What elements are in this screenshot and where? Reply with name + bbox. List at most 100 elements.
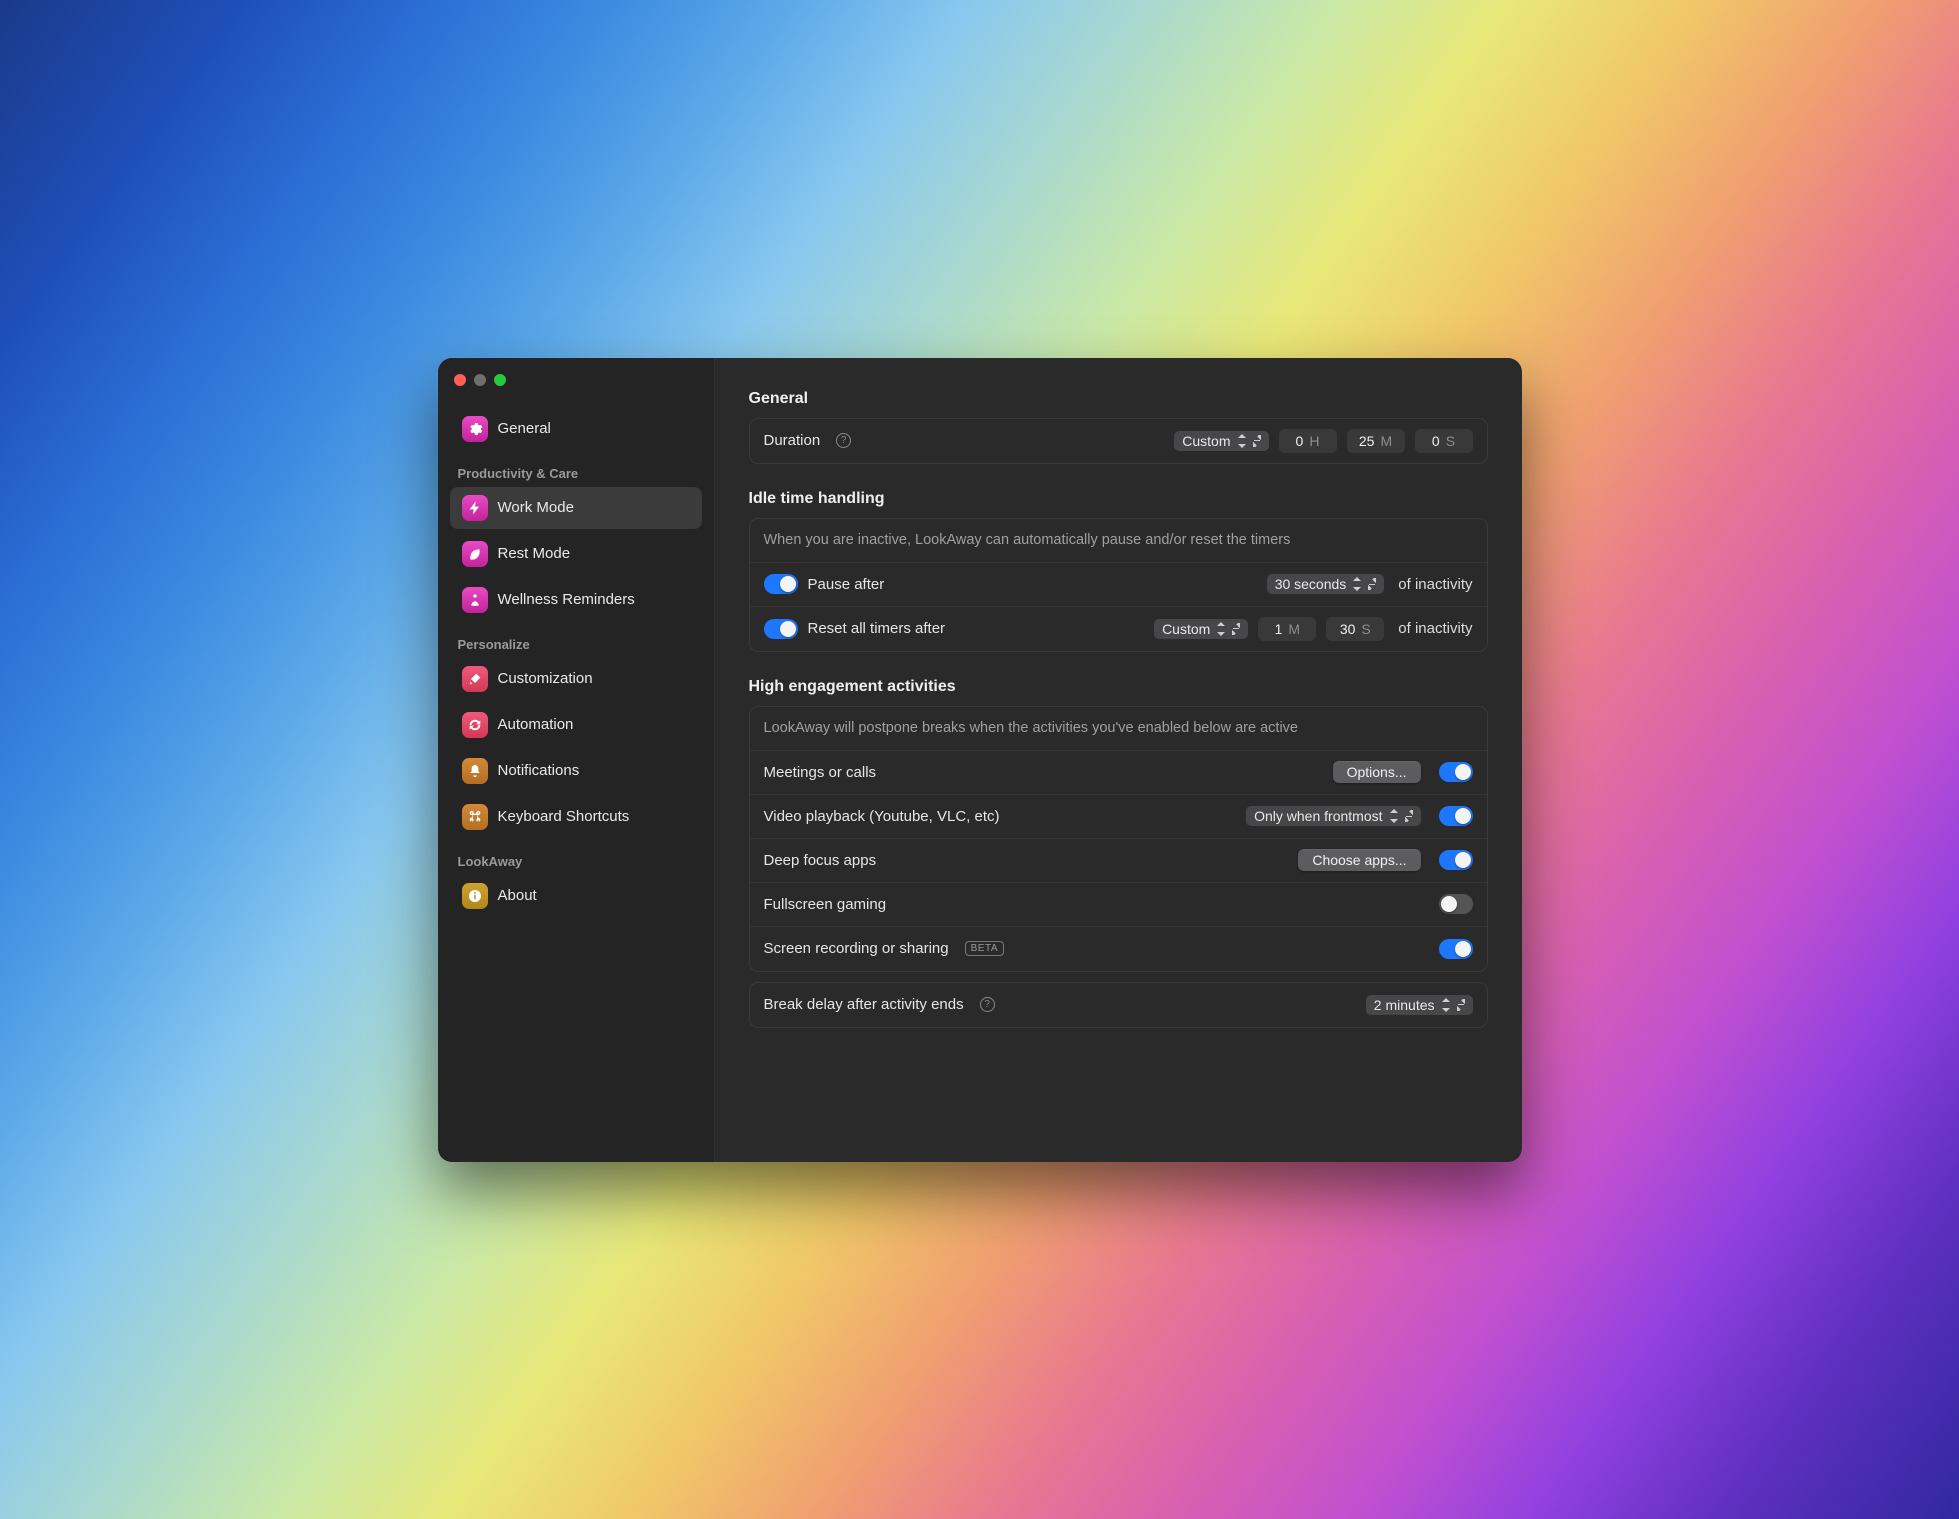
duration-label: Duration: [764, 432, 821, 449]
sidebar-group-personalize: Personalize: [446, 623, 706, 656]
sidebar-item-about[interactable]: About: [450, 875, 702, 917]
field-value: 30: [1340, 621, 1356, 637]
minimize-window-button[interactable]: [474, 374, 486, 386]
fullscreen-gaming-toggle[interactable]: [1439, 894, 1473, 914]
break-delay-select[interactable]: 2 minutes: [1366, 995, 1473, 1015]
sidebar-item-rest-mode[interactable]: Rest Mode: [450, 533, 702, 575]
select-value: Custom: [1162, 621, 1210, 637]
beta-badge: BETA: [965, 941, 1004, 956]
select-value: Custom: [1182, 433, 1230, 449]
reset-timers-toggle[interactable]: [764, 619, 798, 639]
reset-mode-select[interactable]: Custom: [1154, 619, 1248, 639]
command-icon: [462, 804, 488, 830]
duration-seconds-field[interactable]: 0 S: [1415, 429, 1473, 453]
sidebar-item-keyboard-shortcuts[interactable]: Keyboard Shortcuts: [450, 796, 702, 838]
select-value: Only when frontmost: [1254, 808, 1382, 824]
row-pause-after: Pause after 30 seconds of inactivity: [750, 563, 1487, 607]
reset-minutes-field[interactable]: 1 M: [1258, 617, 1316, 641]
duration-hours-field[interactable]: 0 H: [1279, 429, 1337, 453]
info-icon: [462, 883, 488, 909]
sidebar-item-label: Wellness Reminders: [498, 591, 635, 608]
choose-apps-button[interactable]: Choose apps...: [1298, 849, 1420, 871]
chevrons-icon: [1352, 577, 1362, 591]
sidebar-item-label: Work Mode: [498, 499, 574, 516]
video-playback-toggle[interactable]: [1439, 806, 1473, 826]
sidebar-item-wellness[interactable]: Wellness Reminders: [450, 579, 702, 621]
chevrons-icon: [1441, 998, 1451, 1012]
main-content: General Duration ? Custom 0 H 25 M: [715, 358, 1522, 1162]
sidebar-group-lookaway: LookAway: [446, 840, 706, 873]
sidebar: General Productivity & Care Work Mode Re…: [438, 358, 715, 1162]
duration-mode-select[interactable]: Custom: [1174, 431, 1268, 451]
reset-timers-label: Reset all timers after: [808, 620, 946, 637]
sidebar-item-label: Automation: [498, 716, 574, 733]
inactivity-suffix: of inactivity: [1398, 620, 1472, 637]
row-engage-desc: LookAway will postpone breaks when the a…: [750, 707, 1487, 751]
row-duration: Duration ? Custom 0 H 25 M 0 S: [750, 419, 1487, 463]
leaf-icon: [462, 541, 488, 567]
field-value: 0: [1432, 433, 1440, 449]
reset-seconds-field[interactable]: 30 S: [1326, 617, 1384, 641]
field-value: 25: [1359, 433, 1375, 449]
video-playback-mode-select[interactable]: Only when frontmost: [1246, 806, 1420, 826]
row-reset-timers: Reset all timers after Custom 1 M 30 S o…: [750, 607, 1487, 651]
chevrons-icon: [1216, 622, 1226, 636]
field-value: 1: [1275, 621, 1283, 637]
sidebar-item-customization[interactable]: Customization: [450, 658, 702, 700]
window-controls: [446, 370, 706, 406]
sidebar-item-label: Keyboard Shortcuts: [498, 808, 630, 825]
help-icon[interactable]: ?: [836, 433, 851, 448]
pause-after-toggle[interactable]: [764, 574, 798, 594]
panel-idle: When you are inactive, LookAway can auto…: [749, 518, 1488, 652]
meetings-toggle[interactable]: [1439, 762, 1473, 782]
sidebar-item-label: General: [498, 420, 551, 437]
sidebar-item-label: About: [498, 887, 537, 904]
panel-break-delay: Break delay after activity ends ? 2 minu…: [749, 982, 1488, 1028]
help-icon[interactable]: ?: [980, 997, 995, 1012]
screen-recording-toggle[interactable]: [1439, 939, 1473, 959]
field-unit: H: [1309, 433, 1319, 449]
chevrons-icon: [1389, 809, 1399, 823]
bell-icon: [462, 758, 488, 784]
duration-minutes-field[interactable]: 25 M: [1347, 429, 1405, 453]
field-unit: S: [1361, 621, 1370, 637]
sidebar-group-productivity: Productivity & Care: [446, 452, 706, 485]
sidebar-item-automation[interactable]: Automation: [450, 704, 702, 746]
preferences-window: General Productivity & Care Work Mode Re…: [438, 358, 1522, 1162]
pause-after-select[interactable]: 30 seconds: [1267, 574, 1385, 594]
deep-focus-toggle[interactable]: [1439, 850, 1473, 870]
deep-focus-label: Deep focus apps: [764, 852, 877, 869]
row-idle-desc: When you are inactive, LookAway can auto…: [750, 519, 1487, 563]
sidebar-item-label: Notifications: [498, 762, 580, 779]
zoom-window-button[interactable]: [494, 374, 506, 386]
field-value: 0: [1296, 433, 1304, 449]
inactivity-suffix: of inactivity: [1398, 576, 1472, 593]
section-title-idle: Idle time handling: [749, 490, 1488, 508]
meetings-label: Meetings or calls: [764, 764, 877, 781]
sidebar-item-work-mode[interactable]: Work Mode: [450, 487, 702, 529]
bolt-icon: [462, 495, 488, 521]
pause-after-label: Pause after: [808, 576, 885, 593]
panel-general: Duration ? Custom 0 H 25 M 0 S: [749, 418, 1488, 464]
meetings-options-button[interactable]: Options...: [1333, 761, 1421, 783]
close-window-button[interactable]: [454, 374, 466, 386]
gear-icon: [462, 416, 488, 442]
fullscreen-gaming-label: Fullscreen gaming: [764, 896, 887, 913]
section-title-general: General: [749, 390, 1488, 408]
row-break-delay: Break delay after activity ends ? 2 minu…: [750, 983, 1487, 1027]
sidebar-item-general[interactable]: General: [450, 408, 702, 450]
section-title-engagement: High engagement activities: [749, 678, 1488, 696]
idle-description: When you are inactive, LookAway can auto…: [764, 532, 1291, 548]
row-video-playback: Video playback (Youtube, VLC, etc) Only …: [750, 795, 1487, 839]
cycle-icon: [462, 712, 488, 738]
row-fullscreen-gaming: Fullscreen gaming: [750, 883, 1487, 927]
select-value: 2 minutes: [1374, 997, 1435, 1013]
chevrons-icon: [1237, 434, 1247, 448]
brush-icon: [462, 666, 488, 692]
engagement-description: LookAway will postpone breaks when the a…: [764, 720, 1298, 736]
panel-engagement: LookAway will postpone breaks when the a…: [749, 706, 1488, 972]
field-unit: S: [1446, 433, 1455, 449]
break-delay-label: Break delay after activity ends: [764, 996, 964, 1013]
sidebar-item-notifications[interactable]: Notifications: [450, 750, 702, 792]
video-playback-label: Video playback (Youtube, VLC, etc): [764, 808, 1000, 825]
